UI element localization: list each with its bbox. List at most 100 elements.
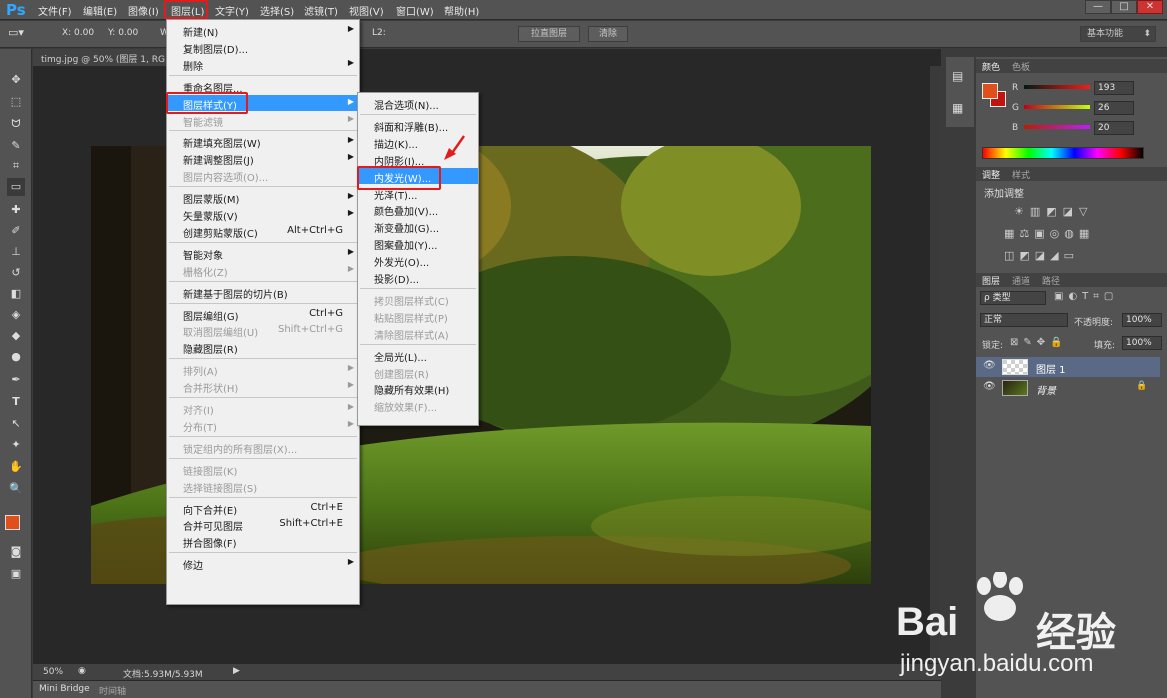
blue-value-field[interactable]: 20 [1094, 121, 1134, 135]
layer-row-background[interactable]: 👁 背景 🔒 [976, 378, 1160, 398]
screen-mode-icon[interactable]: ▣ [7, 565, 25, 583]
adjustment-icons-row-2[interactable]: ▦⚖▣◎◍▦ [1004, 227, 1094, 240]
layer-filter-icons[interactable]: ▣◐T⌗▢ [1054, 291, 1118, 302]
close-icon[interactable]: ✕ [1137, 0, 1163, 14]
green-value-field[interactable]: 26 [1094, 101, 1134, 115]
menu-help[interactable]: 帮助(H) [444, 3, 479, 18]
opacity-field[interactable]: 100% [1122, 313, 1162, 327]
color-spectrum[interactable] [982, 147, 1144, 159]
menu-item[interactable]: 智能对象 ▶ [167, 245, 359, 262]
straighten-layer-button[interactable]: 拉直图层 [518, 26, 580, 42]
menu-item[interactable]: 向下合并(E) Ctrl+E [167, 500, 359, 517]
layer1-name[interactable]: 图层 1 [1036, 361, 1066, 376]
menu-item[interactable]: 渐变叠加(G)... [358, 218, 478, 235]
clear-button[interactable]: 清除 [588, 26, 628, 42]
path-select-icon[interactable]: ↖ [7, 415, 25, 433]
visibility-eye-icon[interactable]: 👁 [983, 360, 996, 371]
visibility-eye-icon[interactable]: 👁 [983, 381, 996, 392]
menu-file[interactable]: 文件(F) [38, 3, 72, 18]
shape-tool-icon[interactable]: ✦ [7, 436, 25, 454]
zoom-level[interactable]: 50% [43, 667, 63, 677]
menu-item[interactable]: 拼合图像(F) [167, 533, 359, 550]
layer-filter-select[interactable]: ρ 类型 [980, 291, 1046, 305]
menu-layer[interactable]: 图层(L) [171, 3, 204, 18]
dodge-tool-icon[interactable]: ● [7, 348, 25, 366]
menu-window[interactable]: 窗口(W) [396, 3, 434, 18]
move-tool-icon[interactable]: ✥ [7, 71, 25, 89]
maximize-icon[interactable]: □ [1111, 0, 1137, 14]
menu-item[interactable]: 外发光(O)... [358, 252, 478, 269]
workspace-select[interactable]: 基本功能 ⬍ [1080, 26, 1156, 42]
menu-item[interactable]: 内发光(W)... [358, 167, 478, 185]
properties-panel-icon[interactable]: ▦ [952, 101, 963, 115]
menu-item[interactable]: 全局光(L)... [358, 347, 478, 364]
history-panel-icon[interactable]: ▤ [952, 69, 963, 83]
marquee-tool-icon[interactable]: ⬚ [7, 93, 25, 111]
menu-item[interactable]: 光泽(T)... [358, 185, 478, 202]
tab-mini-bridge[interactable]: Mini Bridge [39, 684, 90, 694]
background-layer-name[interactable]: 背景 [1036, 382, 1056, 397]
tab-layers[interactable]: 图层 [982, 274, 1000, 287]
crop-tool-icon[interactable]: ⌗ [7, 157, 25, 175]
blur-tool-icon[interactable]: ◆ [7, 327, 25, 345]
menu-item[interactable]: 投影(D)... [358, 269, 478, 286]
menu-view[interactable]: 视图(V) [349, 3, 384, 18]
tab-swatches[interactable]: 色板 [1012, 60, 1030, 73]
zoom-tool-icon[interactable]: 🔍 [7, 480, 25, 498]
menu-item[interactable]: 复制图层(D)... [167, 39, 359, 56]
menu-item[interactable]: 新建填充图层(W) ▶ [167, 133, 359, 150]
tab-channels[interactable]: 通道 [1012, 274, 1030, 287]
menu-item[interactable]: 新建基于图层的切片(B) [167, 284, 359, 301]
menu-item[interactable]: 图层样式(Y) ▶ [167, 94, 359, 112]
lock-icons[interactable]: ⊠✎✥🔒 [1010, 337, 1068, 348]
tab-styles[interactable]: 样式 [1012, 168, 1030, 181]
type-tool-icon[interactable]: T [7, 393, 25, 411]
menu-item[interactable]: 删除 ▶ [167, 56, 359, 73]
lasso-tool-icon[interactable]: ᗢ [7, 115, 25, 133]
blue-slider[interactable] [1024, 125, 1090, 129]
ruler-tool-icon[interactable]: ▭▾ [8, 26, 24, 39]
healing-brush-icon[interactable]: ✚ [7, 201, 25, 219]
menu-item[interactable]: 图案叠加(Y)... [358, 235, 478, 252]
red-value-field[interactable]: 193 [1094, 81, 1134, 95]
minimize-icon[interactable]: — [1085, 0, 1111, 14]
status-arrow-icon[interactable]: ▶ [233, 666, 240, 676]
adjustment-icons-row-1[interactable]: ☀▥◩◪▽ [1014, 205, 1094, 218]
fg-color-chip[interactable] [982, 83, 998, 99]
menu-edit[interactable]: 编辑(E) [83, 3, 117, 18]
quick-mask-icon[interactable]: ◙ [7, 543, 25, 561]
green-slider[interactable] [1024, 105, 1090, 109]
menu-item[interactable]: 颜色叠加(V)... [358, 201, 478, 218]
menu-item[interactable]: 创建剪贴蒙版(C) Alt+Ctrl+G [167, 223, 359, 240]
brush-tool-icon[interactable]: ✐ [7, 222, 25, 240]
menu-select[interactable]: 选择(S) [260, 3, 294, 18]
ruler-tool-icon[interactable]: ▭ [7, 178, 25, 196]
menu-item[interactable]: 隐藏所有效果(H) [358, 380, 478, 397]
menu-item[interactable]: 图层蒙版(M) ▶ [167, 189, 359, 206]
menu-type[interactable]: 文字(Y) [215, 3, 249, 18]
tab-color[interactable]: 颜色 [982, 60, 1000, 73]
stamp-tool-icon[interactable]: ⊥ [7, 243, 25, 261]
paint-bucket-icon[interactable]: ◈ [7, 306, 25, 324]
tab-adjustments[interactable]: 调整 [982, 168, 1000, 181]
status-info-icon[interactable]: ◉ [78, 666, 86, 676]
menu-filter[interactable]: 滤镜(T) [304, 3, 338, 18]
foreground-color-swatch[interactable] [5, 515, 20, 530]
menu-item[interactable]: 修边 ▶ [167, 555, 359, 572]
menu-item[interactable]: 新建调整图层(J) ▶ [167, 150, 359, 167]
tab-timeline[interactable]: 时间轴 [99, 684, 126, 697]
menu-item[interactable]: 合并可见图层 Shift+Ctrl+E [167, 516, 359, 533]
menu-item[interactable]: 图层编组(G) Ctrl+G [167, 306, 359, 323]
history-brush-icon[interactable]: ↺ [7, 264, 25, 282]
adjustment-icons-row-3[interactable]: ◫◩◪◢▭ [1004, 249, 1079, 262]
menu-item[interactable]: 斜面和浮雕(B)... [358, 117, 478, 134]
document-tab[interactable]: timg.jpg @ 50% (图层 1, RG [33, 49, 168, 66]
tab-paths[interactable]: 路径 [1042, 274, 1060, 287]
fill-field[interactable]: 100% [1122, 336, 1162, 350]
eraser-tool-icon[interactable]: ◧ [7, 285, 25, 303]
menu-item[interactable]: 隐藏图层(R) [167, 339, 359, 356]
blend-mode-select[interactable]: 正常 [980, 313, 1068, 327]
hand-tool-icon[interactable]: ✋ [7, 458, 25, 476]
menu-item[interactable]: 重命名图层... [167, 78, 359, 95]
menu-image[interactable]: 图像(I) [128, 3, 159, 18]
